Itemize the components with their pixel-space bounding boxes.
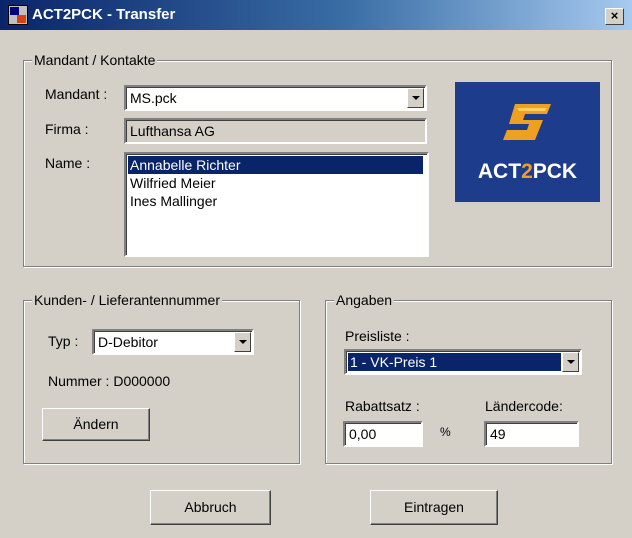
laendercode-label: Ländercode: <box>485 398 563 414</box>
chevron-down-icon <box>412 96 420 100</box>
typ-label: Typ : <box>48 333 79 349</box>
preisliste-select-value: 1 - VK-Preis 1 <box>348 353 561 371</box>
mandant-kontakte-legend: Mandant / Kontakte <box>32 52 158 68</box>
kunden-legend: Kunden- / Lieferantennummer <box>32 292 222 308</box>
rabattsatz-input[interactable]: 0,00 <box>343 421 423 447</box>
firma-value: Lufthansa AG <box>130 123 215 139</box>
mandant-dropdown-button[interactable] <box>407 88 424 108</box>
list-item[interactable]: Annabelle Richter <box>128 156 423 174</box>
mandant-label: Mandant : <box>45 86 108 102</box>
laendercode-input[interactable]: 49 <box>484 421 579 447</box>
firma-field: Lufthansa AG <box>124 118 427 144</box>
firma-label: Firma : <box>45 121 89 137</box>
cancel-button[interactable]: Abbruch <box>150 490 271 525</box>
preisliste-dropdown-button[interactable] <box>562 352 579 372</box>
preisliste-label: Preisliste : <box>345 328 410 344</box>
aendern-label: Ändern <box>73 416 119 432</box>
chevron-down-icon <box>567 360 575 364</box>
nummer-text: Nummer : D000000 <box>48 373 171 389</box>
name-listbox[interactable]: Annabelle Richter Wilfried Meier Ines Ma… <box>124 152 429 257</box>
logo-text: ACT2PCK <box>477 160 578 183</box>
cancel-label: Abbruch <box>184 499 237 515</box>
percent-sign: % <box>440 425 451 439</box>
mandant-select-value: MS.pck <box>130 90 177 106</box>
title-bar: ACT2PCK - Transfer × <box>0 0 632 30</box>
rabattsatz-label: Rabattsatz : <box>345 398 420 414</box>
act2pck-logo: ACT2PCK <box>455 82 600 202</box>
name-label: Name : <box>45 155 91 171</box>
chevron-down-icon <box>239 340 247 344</box>
logo-mark-icon <box>503 104 551 140</box>
aendern-button[interactable]: Ändern <box>42 408 150 441</box>
list-item[interactable]: Wilfried Meier <box>128 174 216 192</box>
app-icon <box>8 5 28 25</box>
laendercode-value: 49 <box>490 426 506 442</box>
close-button[interactable]: × <box>605 8 624 25</box>
submit-button[interactable]: Eintragen <box>370 490 498 525</box>
window-title: ACT2PCK - Transfer <box>32 6 176 23</box>
list-item[interactable]: Ines Mallinger <box>128 192 217 210</box>
mandant-select[interactable]: MS.pck <box>124 85 427 111</box>
typ-select-value: D-Debitor <box>98 334 158 350</box>
submit-label: Eintragen <box>404 499 464 515</box>
typ-select[interactable]: D-Debitor <box>92 329 254 355</box>
typ-dropdown-button[interactable] <box>234 332 251 352</box>
angaben-legend: Angaben <box>334 292 395 308</box>
preisliste-select[interactable]: 1 - VK-Preis 1 <box>344 349 582 375</box>
rabattsatz-value: 0,00 <box>349 426 377 442</box>
